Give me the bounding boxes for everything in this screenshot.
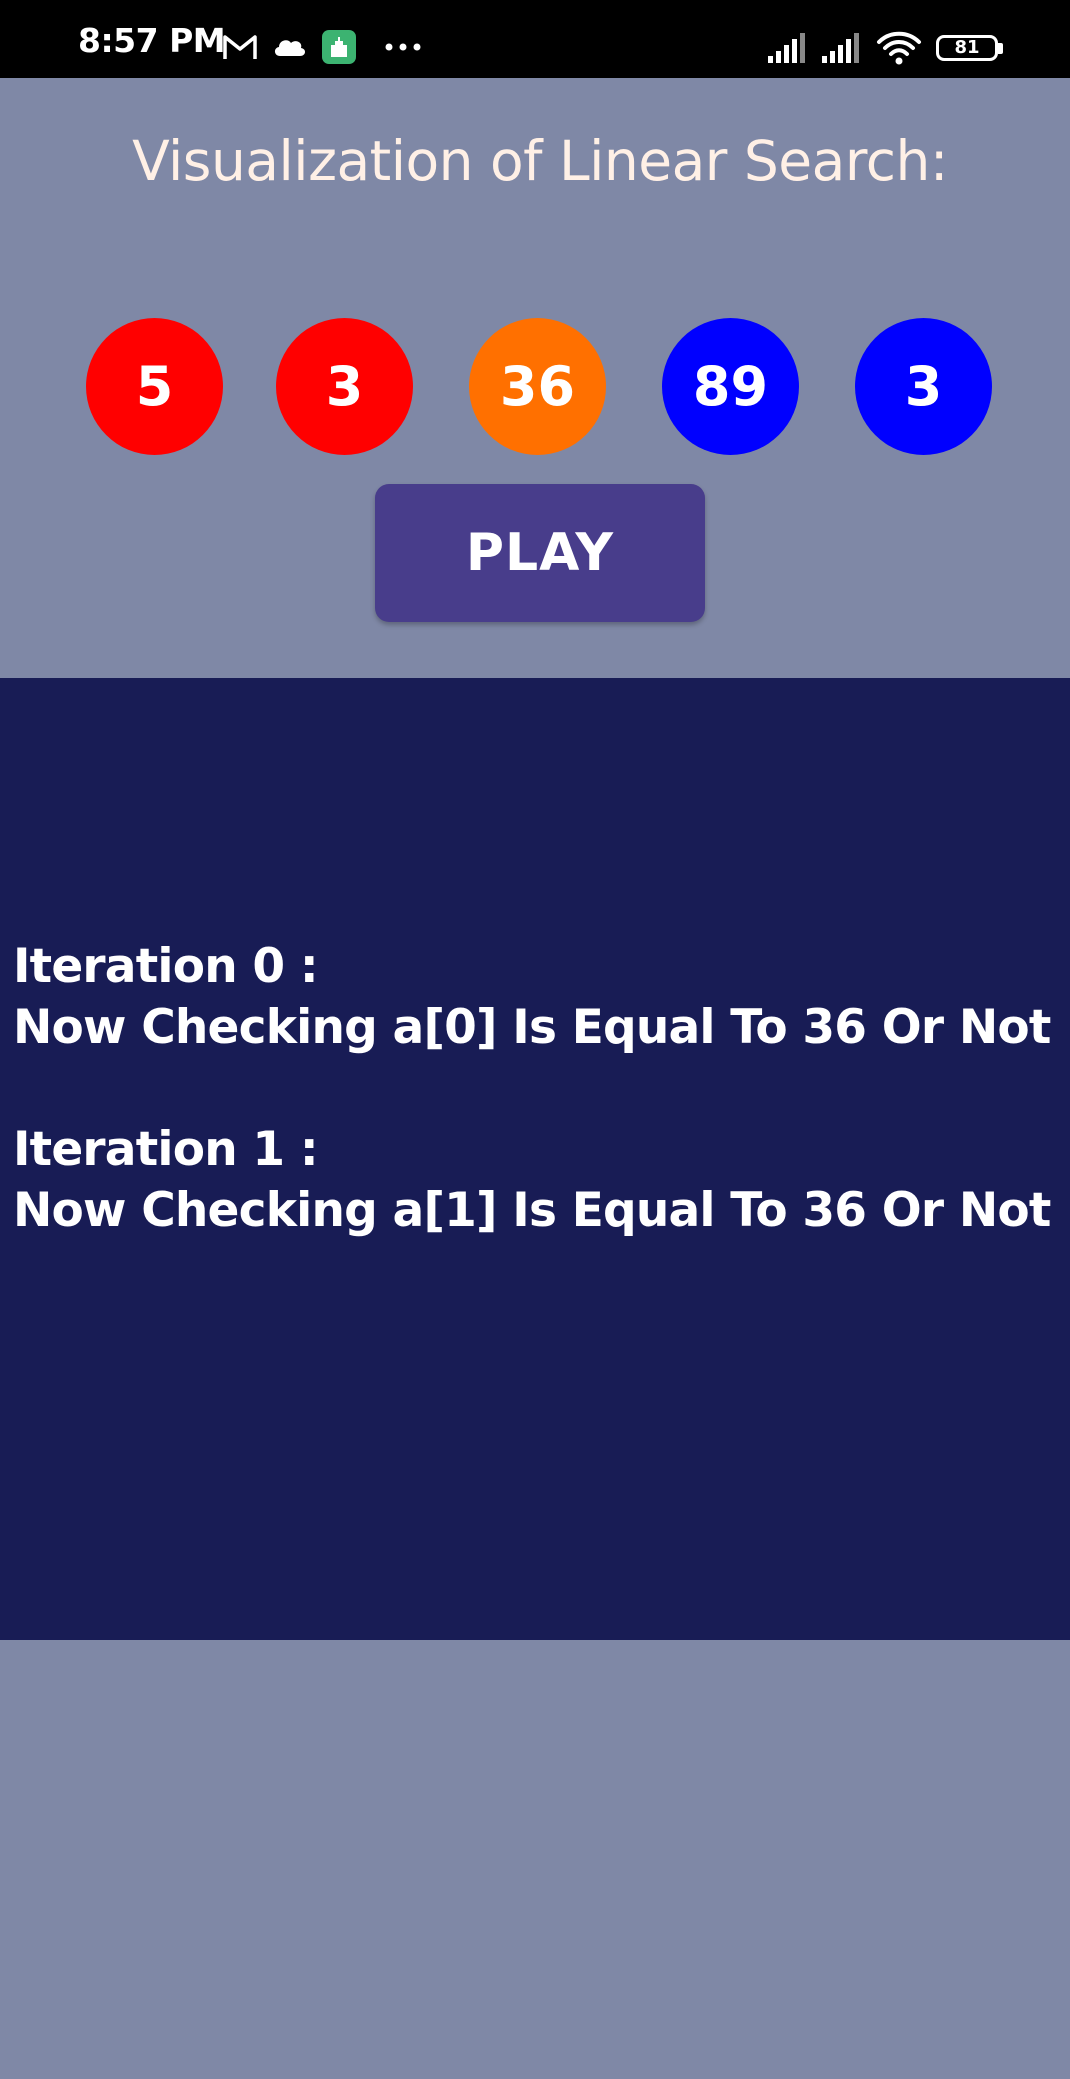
array-value: 3 bbox=[904, 355, 943, 418]
log-entry-heading: Iteration 0 : bbox=[13, 939, 319, 994]
array-element-2: 36 bbox=[469, 318, 606, 455]
log-entry-message: Now Checking a[1] Is Equal To 36 Or Not bbox=[13, 1183, 1051, 1238]
signal-icon bbox=[768, 33, 805, 63]
log-entry-heading: Iteration 1 : bbox=[13, 1122, 319, 1177]
array-element-4: 3 bbox=[855, 318, 992, 455]
status-bar: 8:57 PM 81 bbox=[0, 0, 1070, 78]
battery-tip bbox=[998, 43, 1003, 54]
more-icon bbox=[385, 43, 421, 51]
page-title: Visualization of Linear Search: bbox=[132, 129, 948, 193]
log-entry: Iteration 0 : Now Checking a[0] Is Equal… bbox=[13, 936, 1051, 1058]
array-element-3: 89 bbox=[662, 318, 799, 455]
array-value: 89 bbox=[692, 355, 769, 418]
play-button[interactable]: PLAY bbox=[375, 484, 705, 622]
log-panel: Iteration 0 : Now Checking a[0] Is Equal… bbox=[0, 678, 1070, 1640]
battery-icon: 81 bbox=[936, 35, 998, 61]
array-element-0: 5 bbox=[86, 318, 223, 455]
array-value: 36 bbox=[499, 355, 576, 418]
log-entry: Iteration 1 : Now Checking a[1] Is Equal… bbox=[13, 1119, 1051, 1241]
array-value: 5 bbox=[135, 355, 174, 418]
status-time: 8:57 PM bbox=[78, 21, 226, 60]
wifi-icon bbox=[877, 31, 921, 65]
signal-icon-2 bbox=[822, 33, 859, 63]
gmail-icon bbox=[223, 35, 257, 59]
app-notification-icon bbox=[322, 30, 356, 64]
array-row: 5 3 36 89 3 bbox=[0, 318, 1070, 456]
cloud-icon bbox=[274, 40, 306, 56]
array-value: 3 bbox=[325, 355, 364, 418]
log-entry-message: Now Checking a[0] Is Equal To 36 Or Not bbox=[13, 1000, 1051, 1055]
array-element-1: 3 bbox=[276, 318, 413, 455]
